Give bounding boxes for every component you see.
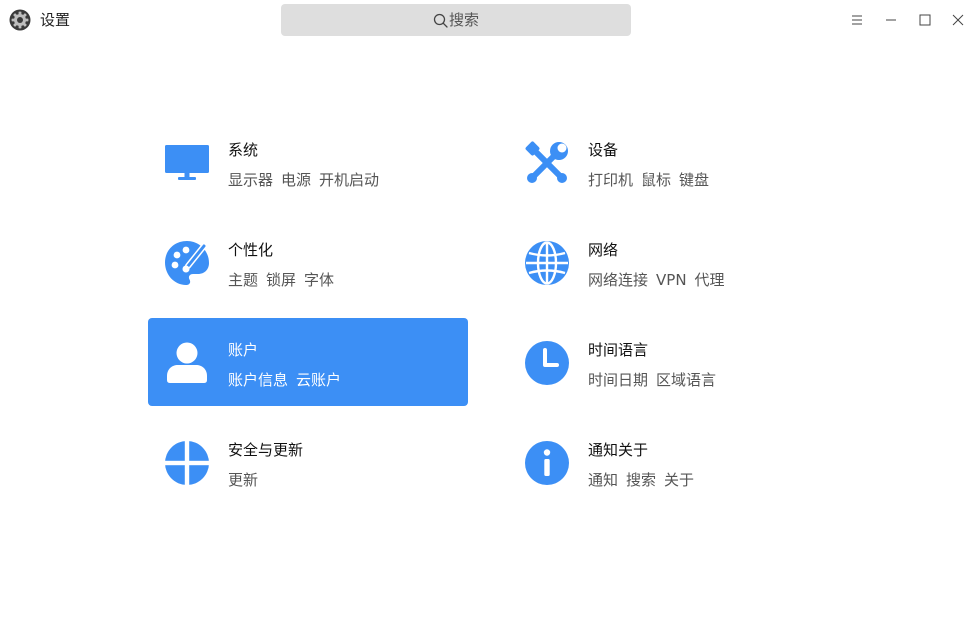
category-title: 通知关于 <box>588 441 649 459</box>
category-system[interactable]: 系统 显示器 电源 开机启动 <box>148 118 468 206</box>
settings-window: 设置 搜索 系统 显示器 电源 开机启动 设备 打印机 鼠标 键盘 个性化 主题… <box>0 0 978 630</box>
maximize-button[interactable] <box>915 10 935 30</box>
title-bar: 设置 搜索 <box>0 0 978 40</box>
category-network[interactable]: 网络 网络连接 VPN 代理 <box>508 218 828 306</box>
category-items: 通知 搜索 关于 <box>588 470 702 490</box>
app-title: 设置 <box>40 11 71 29</box>
category-item[interactable]: 显示器 <box>228 171 273 189</box>
category-item[interactable]: 锁屏 <box>266 271 296 289</box>
category-items: 网络连接 VPN 代理 <box>588 270 733 290</box>
category-item[interactable]: 主题 <box>228 271 258 289</box>
category-item[interactable]: VPN <box>656 271 687 289</box>
category-devices[interactable]: 设备 打印机 鼠标 键盘 <box>508 118 828 206</box>
tools-icon <box>525 141 568 183</box>
category-time-language[interactable]: 时间语言 时间日期 区域语言 <box>508 318 828 406</box>
category-title: 系统 <box>228 141 259 159</box>
category-item[interactable]: 更新 <box>228 471 258 489</box>
search-input[interactable]: 搜索 <box>281 4 631 36</box>
category-accounts[interactable]: 账户 账户信息 云账户 <box>148 318 468 406</box>
clock-icon <box>525 341 569 385</box>
category-item[interactable]: 区域语言 <box>656 371 716 389</box>
category-personalization[interactable]: 个性化 主题 锁屏 字体 <box>148 218 468 306</box>
close-button[interactable] <box>948 10 968 30</box>
category-item[interactable]: 键盘 <box>679 171 709 189</box>
category-items: 账户信息 云账户 <box>228 370 349 390</box>
category-title: 账户 <box>228 341 259 359</box>
gear-icon <box>9 9 31 31</box>
category-items: 显示器 电源 开机启动 <box>228 170 387 190</box>
category-items: 时间日期 区域语言 <box>588 370 724 390</box>
maximize-icon <box>919 14 931 26</box>
close-icon <box>952 14 964 26</box>
category-item[interactable]: 打印机 <box>588 171 633 189</box>
category-item[interactable]: 搜索 <box>626 471 656 489</box>
minimize-button[interactable] <box>881 10 901 30</box>
category-items: 主题 锁屏 字体 <box>228 270 342 290</box>
shield-icon <box>164 440 210 486</box>
category-item[interactable]: 字体 <box>304 271 334 289</box>
category-item[interactable]: 时间日期 <box>588 371 648 389</box>
category-item[interactable]: 鼠标 <box>641 171 671 189</box>
category-title: 安全与更新 <box>228 441 304 459</box>
category-item[interactable]: 代理 <box>695 271 725 289</box>
category-security-update[interactable]: 安全与更新 更新 <box>148 418 468 506</box>
category-title: 时间语言 <box>588 341 649 359</box>
menu-icon <box>852 15 862 25</box>
category-item[interactable]: 通知 <box>588 471 618 489</box>
category-notifications-about[interactable]: 通知关于 通知 搜索 关于 <box>508 418 828 506</box>
category-title: 网络 <box>588 241 619 259</box>
category-items: 打印机 鼠标 键盘 <box>588 170 717 190</box>
user-icon <box>167 342 207 383</box>
category-items: 更新 <box>228 470 266 490</box>
search-icon <box>433 13 448 28</box>
category-item[interactable]: 账户信息 <box>228 371 288 389</box>
category-item[interactable]: 电源 <box>281 171 311 189</box>
monitor-icon <box>165 145 209 180</box>
category-item[interactable]: 开机启动 <box>319 171 379 189</box>
minimize-icon <box>886 19 896 21</box>
category-title: 设备 <box>588 141 619 159</box>
category-item[interactable]: 云账户 <box>296 371 341 389</box>
globe-icon <box>525 241 569 285</box>
menu-button[interactable] <box>847 10 867 30</box>
palette-icon <box>165 241 209 285</box>
info-icon <box>525 441 569 485</box>
category-title: 个性化 <box>228 241 274 259</box>
category-item[interactable]: 网络连接 <box>588 271 648 289</box>
search-placeholder: 搜索 <box>448 11 479 29</box>
category-item[interactable]: 关于 <box>664 471 694 489</box>
